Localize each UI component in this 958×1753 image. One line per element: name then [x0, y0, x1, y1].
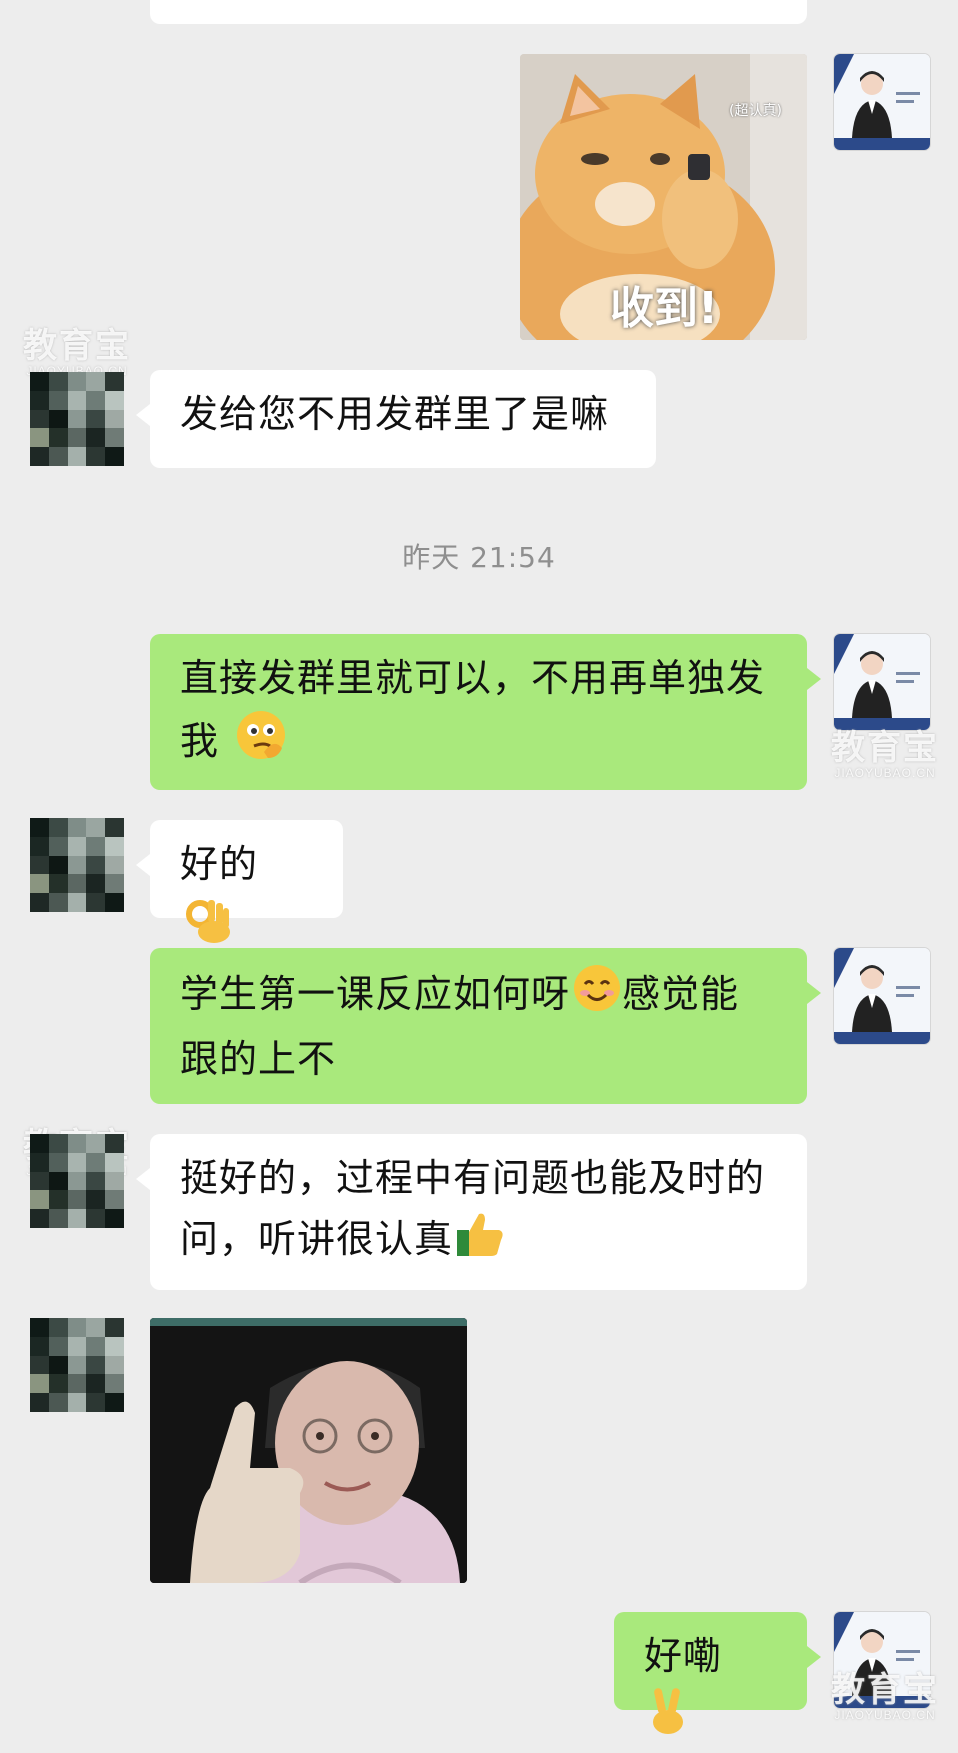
self-avatar-portrait — [834, 54, 930, 150]
self-avatar[interactable] — [834, 948, 930, 1044]
message-bubble-outgoing[interactable]: 好嘞 — [614, 1612, 821, 1734]
message-bubble-incoming[interactable]: 好的 — [136, 820, 343, 943]
watermark-logo: 教育宝 JIAOYUBAO.CN — [23, 327, 131, 378]
other-avatar[interactable] — [30, 818, 124, 912]
thumbs-up-person-image — [150, 1318, 467, 1583]
message-text-line: 跟的上不 — [180, 1037, 337, 1081]
message-bubble-outgoing[interactable]: 学生第一课反应如何呀 感觉能 跟的上不 — [150, 948, 821, 1104]
self-avatar[interactable] — [834, 1612, 930, 1708]
self-avatar[interactable] — [834, 54, 930, 150]
message-text-line: 学生第一课反应如何呀 感觉能 — [180, 963, 777, 1030]
message-bubble-outgoing[interactable]: 直接发群里就可以，不用再单独发我 — [150, 634, 821, 790]
message-bubble-incoming[interactable]: 挺好的，过程中有问题也能及时的 问，听讲很认真 — [136, 1134, 807, 1290]
chat-timestamp: 昨天 21:54 — [402, 541, 556, 574]
self-avatar-portrait — [834, 634, 930, 730]
sticker-caption: 收到! — [610, 283, 719, 334]
thinking-face-emoji — [234, 708, 288, 779]
watermark-logo: 教育宝 JIAOYUBAO.CN — [831, 729, 939, 780]
message-text-line: 挺好的，过程中有问题也能及时的 — [180, 1156, 766, 1200]
message-text: 好嘞 — [644, 1634, 723, 1678]
thumbs-up-photo[interactable] — [150, 1318, 467, 1583]
message-bubble-incoming[interactable]: 发给您不用发群里了是嘛 — [136, 370, 656, 468]
victory-hand-emoji — [646, 1686, 692, 1753]
sticker-tag: (超认真) — [729, 103, 782, 119]
other-avatar[interactable] — [30, 372, 124, 466]
message-text: 好的 — [180, 842, 259, 886]
other-avatar[interactable] — [30, 1134, 124, 1228]
previous-message-bubble[interactable] — [150, 0, 807, 24]
self-avatar-portrait — [834, 1612, 930, 1708]
message-text: 发给您不用发群里了是嘛 — [180, 392, 610, 436]
smiling-face-emoji — [572, 963, 622, 1030]
cat-sticker-image[interactable]: (超认真) 收到! — [520, 54, 807, 340]
thumbs-up-emoji — [455, 1208, 505, 1275]
message-text-line: 问，听讲很认真 — [180, 1208, 777, 1275]
other-avatar[interactable] — [30, 1318, 124, 1412]
self-avatar[interactable] — [834, 634, 930, 730]
self-avatar-portrait — [834, 948, 930, 1044]
